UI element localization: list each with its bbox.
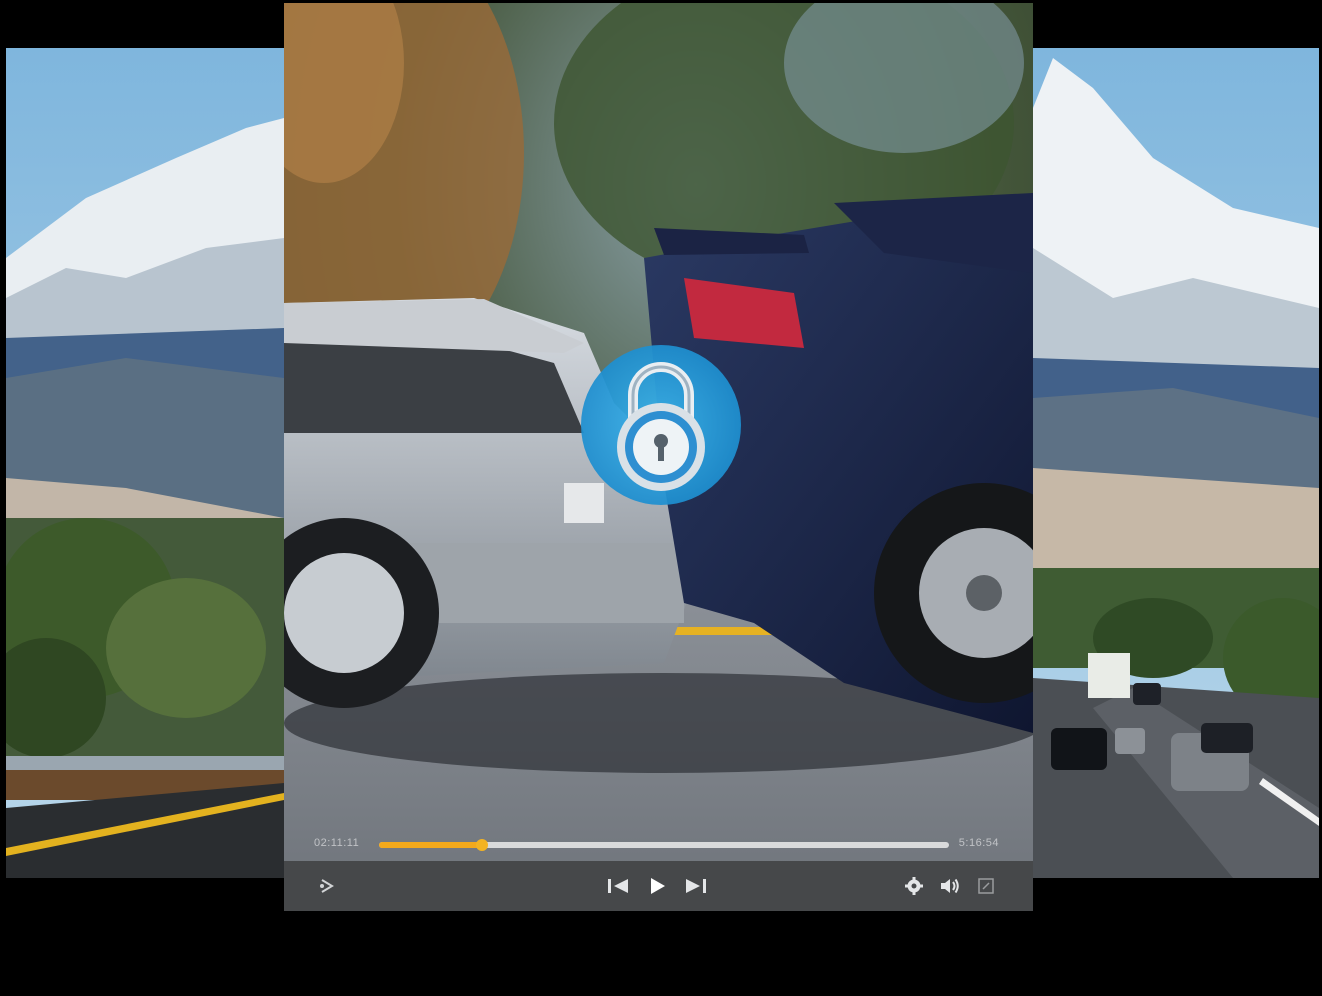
left-side-scene: [6, 48, 284, 878]
progress-fill: [379, 842, 482, 848]
right-side-scene: [1033, 48, 1319, 878]
padlock-icon[interactable]: [581, 345, 741, 505]
share-icon[interactable]: [314, 872, 342, 900]
progress-knob[interactable]: [475, 839, 488, 851]
video-frame: [284, 3, 1033, 911]
time-total: 5:16:54: [958, 837, 999, 849]
volume-icon[interactable]: [936, 872, 964, 900]
play-icon[interactable]: [643, 872, 671, 900]
previous-icon[interactable]: [604, 872, 632, 900]
next-icon[interactable]: [682, 872, 710, 900]
fullscreen-icon[interactable]: [972, 872, 1000, 900]
settings-icon[interactable]: [900, 872, 928, 900]
player-control-bar: [284, 861, 1033, 911]
progress-bar[interactable]: [379, 839, 949, 851]
video-player: 02:11:11 5:16:54: [284, 3, 1033, 911]
time-elapsed: 02:11:11: [314, 837, 360, 849]
